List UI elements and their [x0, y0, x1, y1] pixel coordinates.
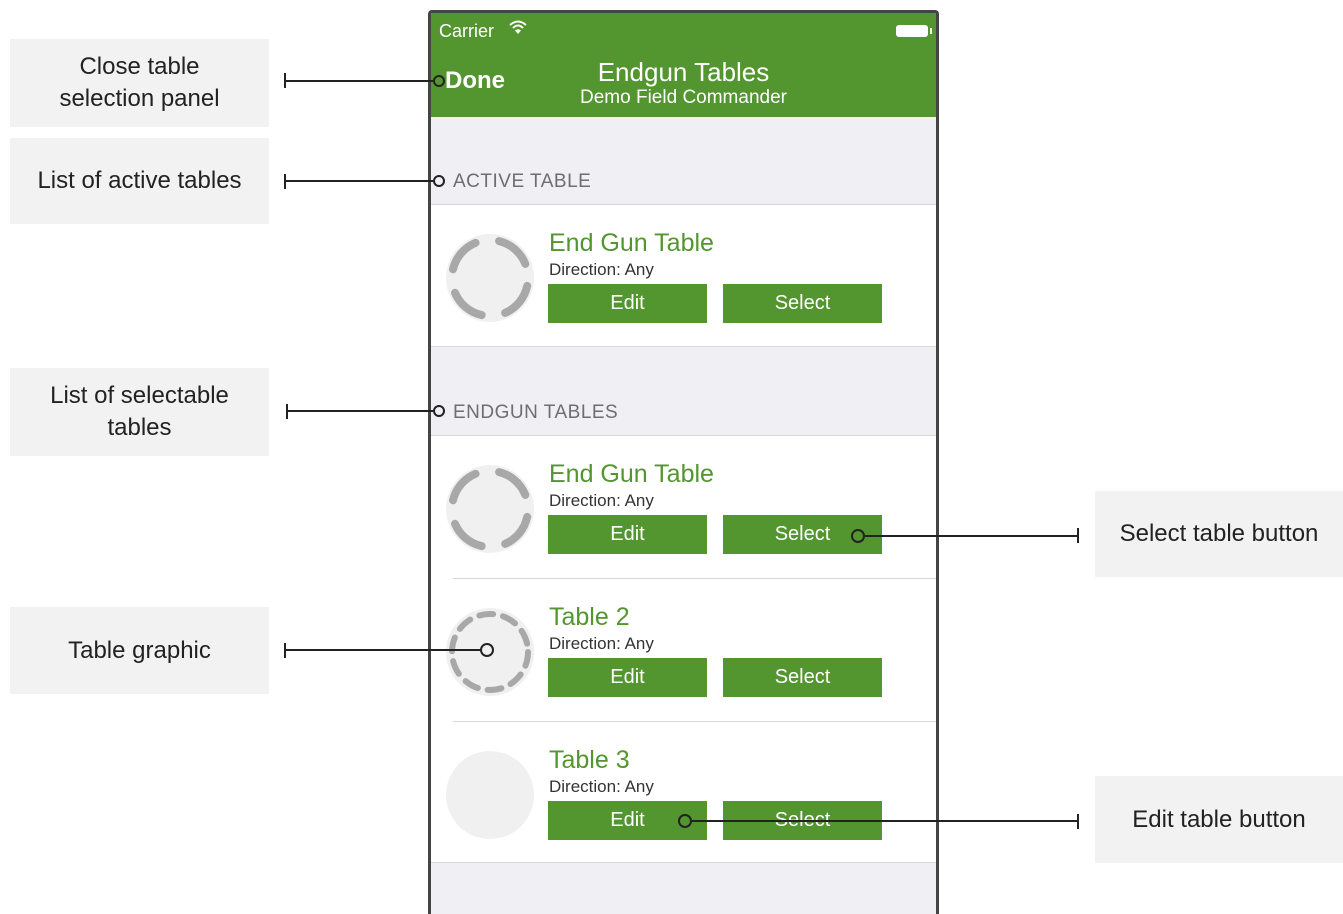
edit-button[interactable]: Edit: [548, 801, 707, 840]
callout-selectable-list-line1: List of selectable: [50, 382, 229, 409]
table-row: End Gun Table Direction: Any Edit Select: [431, 436, 936, 578]
navigation-bar: Carrier Done Endgun Tables Demo Field Co…: [431, 13, 936, 117]
endgun-table-list: End Gun Table Direction: Any Edit Select…: [431, 435, 936, 863]
table-direction: Direction: Any: [549, 260, 654, 279]
active-table-row: End Gun Table Direction: Any Edit Select: [431, 205, 936, 347]
callout-close-panel-line1: Close table: [79, 53, 200, 80]
edit-button[interactable]: Edit: [548, 284, 707, 323]
callout-selectable-list-line2: tables: [107, 414, 172, 441]
table-graphic-icon: [445, 464, 535, 554]
edit-button[interactable]: Edit: [548, 658, 707, 697]
table-graphic-icon: [445, 233, 535, 323]
edit-button[interactable]: Edit: [548, 515, 707, 554]
section-header-active: ACTIVE TABLE: [453, 171, 592, 192]
active-table-list: End Gun Table Direction: Any Edit Select: [431, 204, 936, 347]
select-button[interactable]: Select: [723, 515, 882, 554]
callout-select-button: Select table button: [1095, 491, 1343, 577]
table-row: Table 3 Direction: Any Edit Select: [431, 722, 936, 864]
section-header-endgun: ENDGUN TABLES: [453, 402, 619, 423]
select-button[interactable]: Select: [723, 284, 882, 323]
wifi-icon: [509, 19, 527, 40]
callout-selectable-list: List of selectable tables: [10, 368, 269, 456]
select-button[interactable]: Select: [723, 801, 882, 840]
callout-table-graphic-text: Table graphic: [68, 636, 211, 664]
table-direction: Direction: Any: [549, 777, 654, 796]
table-direction: Direction: Any: [549, 634, 654, 653]
table-graphic-icon: [445, 750, 535, 840]
battery-icon: [896, 25, 932, 37]
callout-table-graphic: Table graphic: [10, 607, 269, 694]
nav-title: Endgun Tables: [597, 57, 770, 87]
callout-close-panel-line2: selection panel: [59, 85, 220, 112]
phone-screen: Carrier Done Endgun Tables Demo Field Co…: [428, 10, 939, 914]
callout-close-panel: Close table selection panel: [10, 39, 269, 127]
table-row: Table 2 Direction: Any Edit Select: [431, 579, 936, 721]
table-graphic-icon: [445, 607, 535, 697]
carrier-label: Carrier: [439, 21, 495, 41]
callout-active-list: List of active tables: [10, 138, 269, 224]
select-button[interactable]: Select: [723, 658, 882, 697]
table-title: End Gun Table: [549, 229, 714, 257]
table-direction: Direction: Any: [549, 491, 654, 510]
callout-select-button-text: Select table button: [1119, 520, 1319, 547]
table-title: End Gun Table: [549, 460, 714, 488]
callout-edit-button-text: Edit table button: [1132, 805, 1306, 833]
nav-subtitle: Demo Field Commander: [580, 87, 787, 108]
callout-active-list-text: List of active tables: [37, 167, 242, 194]
table-title: Table 3: [549, 746, 630, 774]
callout-edit-button: Edit table button: [1095, 776, 1343, 863]
table-title: Table 2: [549, 603, 630, 631]
